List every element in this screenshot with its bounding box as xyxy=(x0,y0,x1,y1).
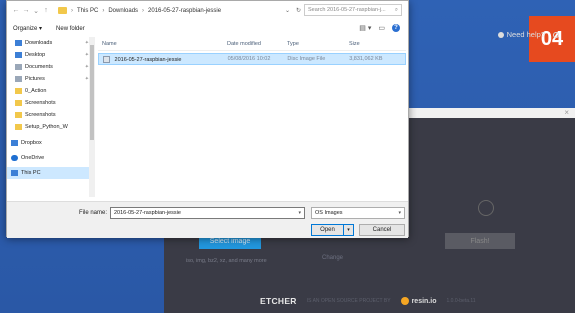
sidebar-item-this-pc[interactable]: This PC xyxy=(7,167,95,179)
step-badge: 04 xyxy=(529,16,575,62)
chevron-down-icon[interactable]: ▾ xyxy=(298,210,301,216)
sidebar-item-label: OneDrive xyxy=(21,155,45,161)
help-icon xyxy=(497,31,504,38)
downloads-icon xyxy=(15,40,22,46)
file-row[interactable]: 2016-05-27-raspbian-jessie 05/08/2016 10… xyxy=(98,53,406,65)
back-arrow-icon[interactable]: ← xyxy=(11,7,21,14)
column-headers: Name Date modified Type Size xyxy=(98,37,406,51)
sidebar-item-desktop[interactable]: Desktop ✦ xyxy=(7,49,95,61)
search-icon: ⌕ xyxy=(394,6,398,13)
sidebar-item-label: This PC xyxy=(21,170,41,176)
sidebar-item-pictures[interactable]: Pictures ✦ xyxy=(7,73,95,85)
view-options-icon[interactable]: ▤ ▾ xyxy=(359,24,371,32)
sidebar-item-label: Setup_Python_W xyxy=(25,124,68,130)
desktop-icon xyxy=(15,52,22,58)
sidebar-item-label: Desktop xyxy=(25,52,46,58)
command-bar: Organize ▾ New folder ▤ ▾ ▭ ? xyxy=(7,21,408,36)
file-type-select[interactable]: OS Images ▾ xyxy=(311,207,405,219)
sidebar-item-downloads[interactable]: Downloads ✦ xyxy=(7,37,95,49)
disc-image-file-icon xyxy=(103,55,110,63)
resin-logo-icon xyxy=(400,297,409,305)
sidebar-item-0-action[interactable]: 0_Action xyxy=(7,85,95,97)
resin-label: resin.io xyxy=(411,297,437,305)
new-folder-button[interactable]: New folder xyxy=(56,26,85,32)
help-link[interactable]: Need help? xyxy=(497,30,559,39)
column-type[interactable]: Type xyxy=(283,41,345,47)
pictures-icon xyxy=(15,76,22,82)
search-placeholder: Search 2016-05-27-raspbian-j... xyxy=(308,7,386,13)
column-name[interactable]: Name xyxy=(98,41,223,47)
nav-scrollbar-thumb[interactable] xyxy=(90,45,94,140)
version-label: 1.0.0-beta.11 xyxy=(446,298,476,304)
file-name-input[interactable]: 2016-05-27-raspbian-jessie ▾ xyxy=(110,207,305,219)
breadcrumb-downloads[interactable]: Downloads xyxy=(108,8,138,14)
file-type: Disc Image File xyxy=(287,56,326,62)
folder-icon xyxy=(15,100,22,106)
folder-icon xyxy=(58,7,67,14)
this-pc-icon xyxy=(11,170,18,176)
close-icon[interactable]: × xyxy=(564,108,569,118)
settings-icon[interactable] xyxy=(553,31,559,38)
etcher-footer: ETCHER IS AN OPEN SOURCE PROJECT BY resi… xyxy=(260,296,476,306)
refresh-icon[interactable]: ↻ xyxy=(296,7,301,14)
sidebar-item-label: Pictures xyxy=(25,76,45,82)
etcher-logo: ETCHER xyxy=(260,296,297,306)
chevron-down-icon: ▾ xyxy=(398,210,401,216)
dialog-footer: File name: 2016-05-27-raspbian-jessie ▾ … xyxy=(7,201,408,238)
sidebar-item-label: Screenshots xyxy=(25,100,56,106)
sidebar-item-screenshots-2[interactable]: Screenshots xyxy=(7,109,95,121)
sidebar-item-label: Documents xyxy=(25,64,53,70)
preview-pane-icon[interactable]: ▭ xyxy=(378,24,385,32)
dropbox-icon xyxy=(11,140,18,146)
breadcrumb[interactable]: › This PC › Downloads › 2016-05-27-raspb… xyxy=(55,4,275,17)
sidebar-item-label: Dropbox xyxy=(21,140,42,146)
flash-button[interactable]: Flash! xyxy=(445,233,515,249)
cancel-button[interactable]: Cancel xyxy=(359,224,405,236)
help-icon[interactable]: ? xyxy=(392,24,400,32)
forward-arrow-icon[interactable]: → xyxy=(21,7,31,14)
file-date: 05/08/2016 10:02 xyxy=(227,56,271,62)
column-date-modified[interactable]: Date modified xyxy=(223,41,283,47)
footer-note: IS AN OPEN SOURCE PROJECT BY xyxy=(306,298,391,304)
breadcrumb-folder[interactable]: 2016-05-27-raspbian-jessie xyxy=(148,8,221,14)
file-type-value: OS Images xyxy=(315,210,343,216)
file-name: 2016-05-27-raspbian-jessie xyxy=(114,56,182,63)
sidebar-item-setup-python[interactable]: Setup_Python_W xyxy=(7,121,95,133)
help-label: Need help? xyxy=(506,30,545,39)
sidebar-item-documents[interactable]: Documents ✦ xyxy=(7,61,95,73)
navigation-pane: Downloads ✦ Desktop ✦ Documents ✦ Pictur… xyxy=(7,37,95,205)
recent-chevron-icon[interactable]: ⌄ xyxy=(31,7,41,15)
organize-menu[interactable]: Organize ▾ xyxy=(13,25,42,32)
folder-icon xyxy=(15,88,22,94)
address-dropdown-icon[interactable]: ⌄ xyxy=(285,7,290,14)
sidebar-item-dropbox[interactable]: Dropbox xyxy=(7,137,95,149)
sidebar-item-onedrive[interactable]: OneDrive xyxy=(7,152,95,164)
file-list: Name Date modified Type Size 2016-05-27-… xyxy=(98,37,406,197)
supported-formats: iso, img, bz2, xz, and many more xyxy=(186,258,267,264)
change-link[interactable]: Change xyxy=(322,255,343,261)
open-button-label: Open xyxy=(320,227,335,233)
folder-icon xyxy=(15,112,22,118)
open-button[interactable]: Open ▾ xyxy=(311,224,354,236)
file-name-label: File name: xyxy=(79,210,108,216)
sidebar-item-screenshots[interactable]: Screenshots xyxy=(7,97,95,109)
sidebar-item-label: Screenshots xyxy=(25,112,56,118)
address-bar-row: ← → ⌄ ↑ › This PC › Downloads › 2016-05-… xyxy=(7,1,408,20)
sidebar-item-label: Downloads xyxy=(25,40,53,46)
flash-step-icon xyxy=(478,200,494,216)
search-input[interactable]: Search 2016-05-27-raspbian-j... ⌕ xyxy=(304,4,402,16)
resin-link[interactable]: resin.io xyxy=(400,297,437,305)
column-size[interactable]: Size xyxy=(345,41,405,47)
file-size: 3,831,062 KB xyxy=(349,56,383,62)
nav-scrollbar[interactable] xyxy=(89,37,95,197)
open-split-dropdown-icon[interactable]: ▾ xyxy=(343,225,353,235)
up-arrow-icon[interactable]: ↑ xyxy=(41,7,51,14)
documents-icon xyxy=(15,64,22,70)
file-name-value: 2016-05-27-raspbian-jessie xyxy=(114,210,181,216)
sidebar-item-label: 0_Action xyxy=(25,88,47,94)
open-file-dialog: ← → ⌄ ↑ › This PC › Downloads › 2016-05-… xyxy=(6,0,409,238)
breadcrumb-this-pc[interactable]: This PC xyxy=(77,8,98,14)
onedrive-icon xyxy=(11,155,18,161)
folder-icon xyxy=(15,124,22,130)
